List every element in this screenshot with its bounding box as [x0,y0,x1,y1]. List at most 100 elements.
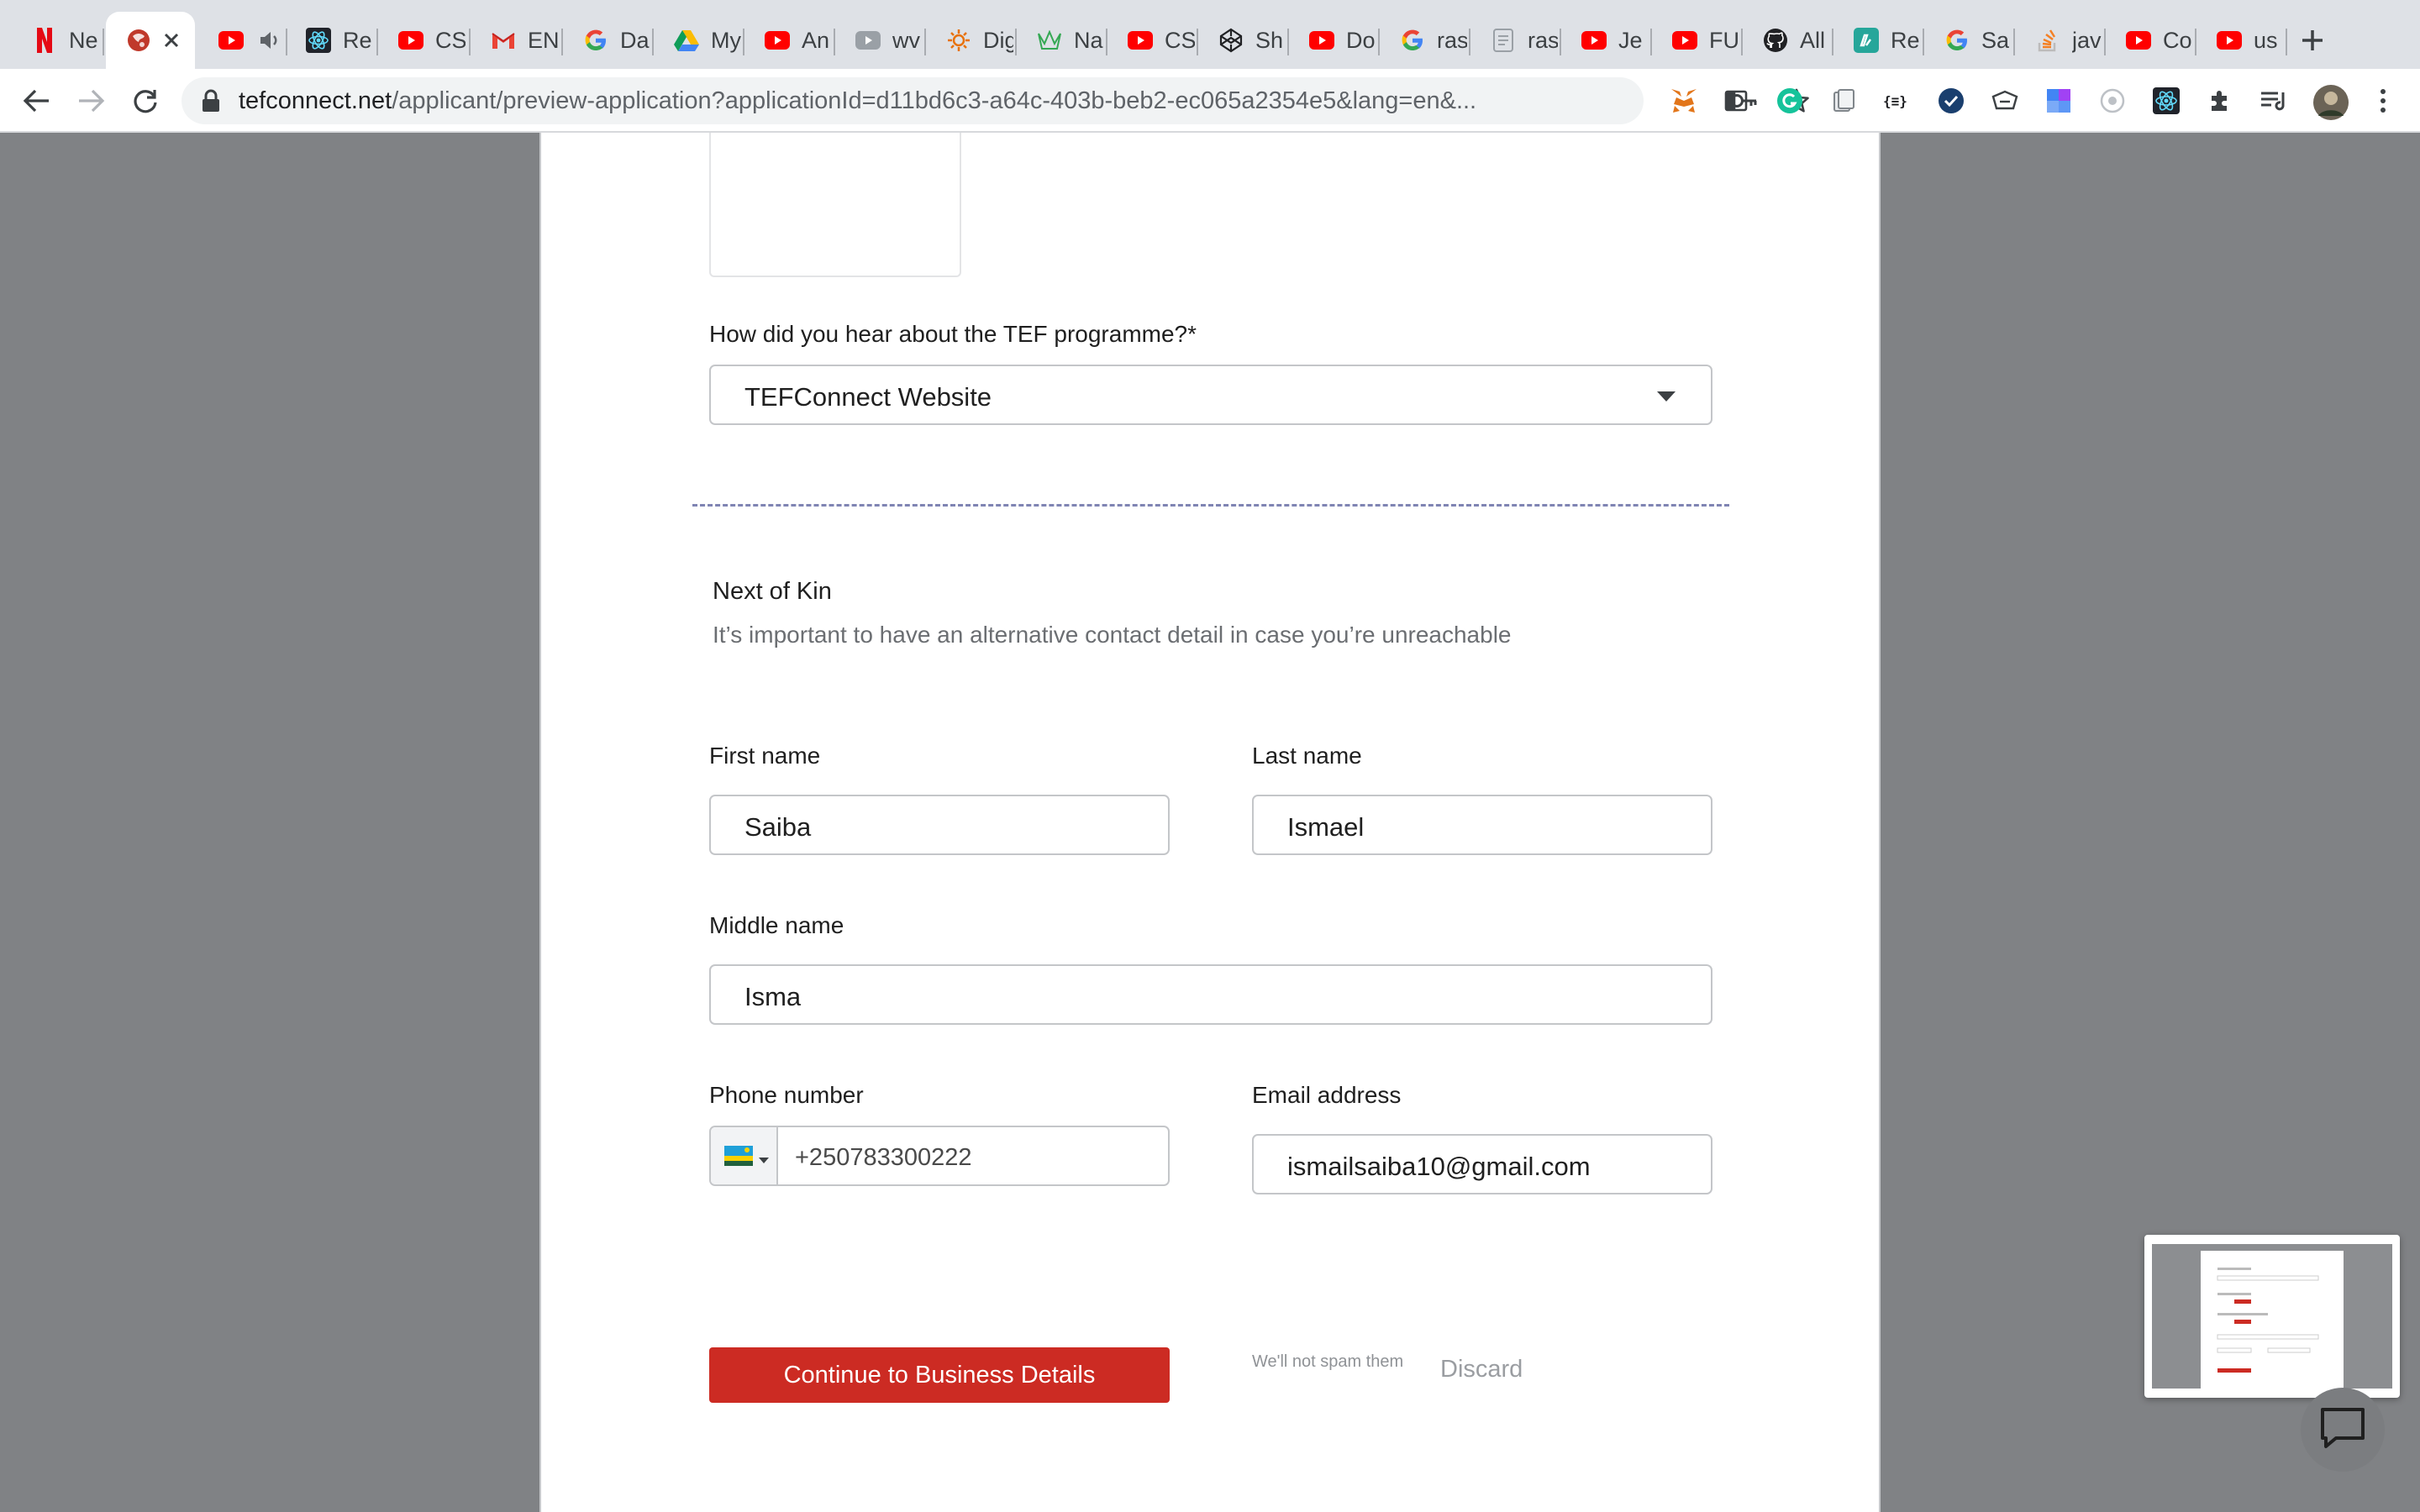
referral-select[interactable]: TEFConnect Website [709,365,1712,425]
codepen-icon [1218,28,1244,53]
tab-youtube[interactable]: CS [378,12,467,69]
tab-title: ras [1437,27,1467,53]
check-circle-icon[interactable] [1936,86,1966,116]
tab-react[interactable]: Re [286,12,375,69]
reader-mode-icon[interactable] [1721,86,1751,116]
tab-title: us [2254,27,2278,53]
tab-stackoverflow[interactable]: jav [2015,12,2104,69]
browser-toolbar: tefconnect.net/applicant/preview-applica… [0,69,2420,133]
tab-app[interactable]: Re [1833,12,1923,69]
tab-google[interactable]: ras [1380,12,1469,69]
section-divider [692,504,1729,507]
tab-title: FU [1709,27,1739,53]
video-icon [855,28,881,53]
tab-video[interactable]: wv [835,12,924,69]
youtube-icon [2126,28,2151,53]
last-name-field[interactable]: Ismael [1252,795,1712,855]
clipboard-icon[interactable] [1828,86,1859,116]
tab-crown[interactable]: Na [1017,12,1106,69]
tab-codepen[interactable]: Sh [1198,12,1287,69]
tab-tefconnect[interactable] [106,12,195,69]
colorzilla-icon[interactable] [2044,86,2074,116]
youtube-icon [2217,28,2242,53]
email-value: ismailsaiba10@gmail.com [1287,1152,1591,1181]
grammarly-icon[interactable] [1775,86,1805,116]
tab-title: Dig [983,27,1013,53]
tab-strip: Ne Re CS EN Da My An wv Dig Na CS Sh Do … [0,0,2420,69]
document-icon [1491,28,1516,53]
section-subtitle: It’s important to have an alternative co… [713,622,1512,648]
phone-label: Phone number [709,1082,864,1108]
tab-digital[interactable]: Dig [926,12,1015,69]
tab-google[interactable]: Sa [1924,12,2013,69]
url-text[interactable]: tefconnect.net/applicant/preview-applica… [239,87,1625,116]
tab-title: Da [620,27,650,53]
country-code-select[interactable] [711,1127,778,1184]
lock-icon[interactable] [200,89,222,113]
thumbnail-content [2217,1268,2319,1373]
phone-field[interactable]: +250783300222 [709,1126,1170,1186]
github-icon [1763,28,1788,53]
chevron-down-icon [1655,390,1677,403]
extensions-puzzle-icon[interactable] [2205,86,2235,116]
youtube-icon [765,28,790,53]
screen-recorder-icon[interactable] [2097,86,2128,116]
menu-kebab-icon[interactable] [2368,86,2398,116]
tab-netflix[interactable]: Ne [12,12,99,69]
screen-preview-thumbnail[interactable] [2144,1235,2400,1398]
youtube-icon [1581,28,1607,53]
tab-title: Sa [1981,27,2010,53]
back-icon[interactable] [18,83,54,118]
discard-button[interactable]: Discard [1440,1356,1523,1383]
profile-avatar[interactable] [2312,84,2349,121]
tab-title: Sh [1255,27,1284,53]
react-devtools-icon[interactable] [2151,86,2181,116]
continue-button[interactable]: Continue to Business Details [709,1347,1170,1403]
rwanda-flag-icon [724,1146,753,1166]
thumbnail-background [2152,1244,2392,1389]
tab-youtube[interactable]: Je [1561,12,1650,69]
new-tab-icon[interactable] [2296,24,2329,57]
tab-youtube-audio[interactable] [198,12,281,69]
tab-google[interactable]: Da [563,12,652,69]
tab-github[interactable]: All [1743,12,1832,69]
thumbnail-page [2201,1251,2344,1389]
stackoverflow-icon [2035,28,2060,53]
close-tab-icon[interactable] [160,29,183,52]
tab-separator [2286,29,2287,55]
referral-label: How did you hear about the TEF programme… [709,321,1197,347]
chat-launcher[interactable] [2301,1388,2385,1472]
tab-document[interactable]: ras [1470,12,1560,69]
forward-icon[interactable] [74,83,109,118]
tab-title: CS [1165,27,1195,53]
tab-youtube[interactable]: FU [1652,12,1741,69]
tab-title: CS [435,27,466,53]
tab-youtube[interactable]: us [2196,12,2286,69]
tab-title: My [711,27,741,53]
react-icon [306,28,331,53]
middle-name-value: Isma [744,982,802,1011]
tab-title: Do [1346,27,1376,53]
json-formatter-icon[interactable]: {≡} [1882,86,1912,116]
tab-gmail[interactable]: EN [471,12,560,69]
metamask-icon[interactable] [1669,86,1699,116]
middle-name-field[interactable]: Isma [709,964,1712,1025]
tab-youtube[interactable]: An [744,12,834,69]
reading-list-icon[interactable] [2259,86,2289,116]
referral-selected-value: TEFConnect Website [744,382,992,412]
speaker-icon[interactable] [257,28,281,53]
vpn-icon[interactable] [1990,86,2020,116]
email-field[interactable]: ismailsaiba10@gmail.com [1252,1134,1712,1194]
tab-youtube[interactable]: Co [2106,12,2195,69]
tab-youtube[interactable]: CS [1107,12,1197,69]
reload-icon[interactable] [128,83,163,118]
tab-youtube[interactable]: Do [1289,12,1378,69]
first-name-label: First name [709,743,821,769]
tab-google-drive[interactable]: My [654,12,743,69]
address-bar[interactable]: tefconnect.net/applicant/preview-applica… [182,77,1809,124]
browser-chrome: Ne Re CS EN Da My An wv Dig Na CS Sh Do … [0,0,2420,133]
tab-title: wv [892,27,920,53]
last-name-label: Last name [1252,743,1362,769]
first-name-field[interactable]: Saiba [709,795,1170,855]
section-title: Next of Kin [713,578,832,605]
